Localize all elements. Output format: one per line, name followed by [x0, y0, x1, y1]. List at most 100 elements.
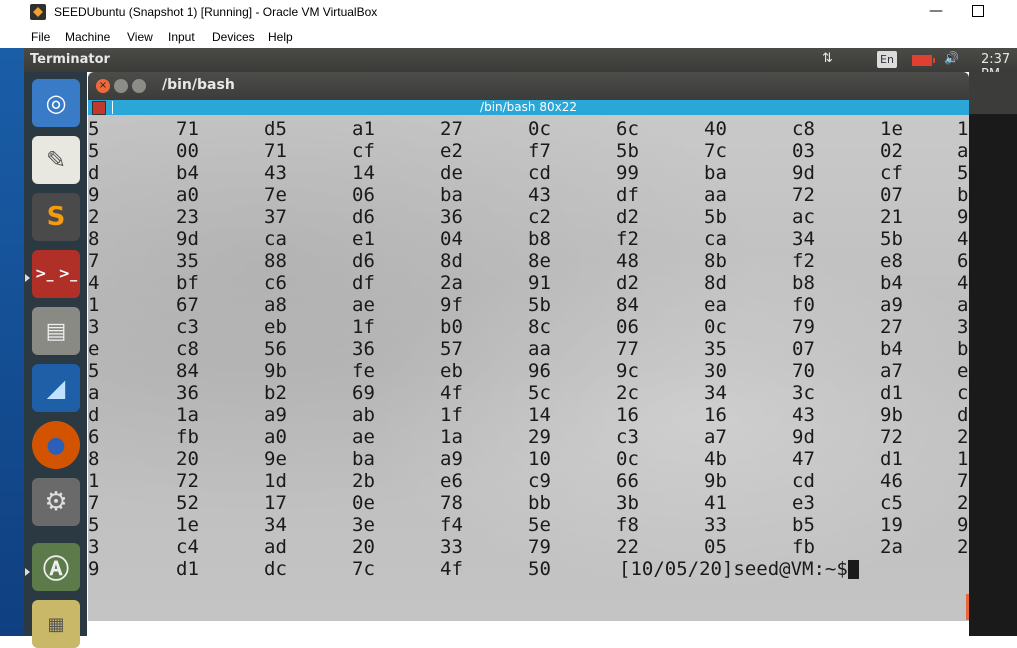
file-manager-icon[interactable]: ▤ — [32, 307, 80, 355]
terminal-line: 9 a0 7e 06 ba 43 df aa 72 07 b — [88, 184, 969, 206]
hex-byte: 16 — [704, 404, 727, 426]
hex-byte: 06 — [352, 184, 375, 206]
dash-home-icon[interactable]: ◎ — [32, 79, 80, 127]
hex-byte: c3 — [176, 316, 199, 338]
hex-byte: 47 — [792, 448, 815, 470]
hex-byte: 71 — [176, 118, 199, 140]
hex-byte: a8 — [264, 294, 287, 316]
hex-byte: 71 — [264, 140, 287, 162]
hex-byte: c — [957, 382, 969, 404]
minimize-window-button[interactable] — [114, 79, 128, 93]
hex-byte: 14 — [528, 404, 551, 426]
hex-byte: 0c — [528, 118, 551, 140]
terminator-grid-icon[interactable] — [92, 101, 106, 115]
hex-byte: b2 — [264, 382, 287, 404]
text-editor-icon[interactable]: ✎ — [32, 136, 80, 184]
sublime-text-icon[interactable]: S — [32, 193, 80, 241]
terminal-line: d b4 43 14 de cd 99 ba 9d cf 5 — [88, 162, 969, 184]
hex-byte: 30 — [704, 360, 727, 382]
hex-byte: 36 — [176, 382, 199, 404]
hex-byte: fe — [352, 360, 375, 382]
terminal-title-bar[interactable]: × /bin/bash — [88, 72, 969, 100]
maximize-button[interactable] — [972, 5, 984, 17]
hex-byte: 9c — [616, 360, 639, 382]
menu-input[interactable]: Input — [168, 30, 195, 44]
hex-byte: b0 — [440, 316, 463, 338]
shell-prompt: [10/05/20]seed@VM:~$ — [619, 558, 860, 580]
terminal-line: e c8 56 36 57 aa 77 35 07 b4 b — [88, 338, 969, 360]
terminator-icon[interactable]: >_ >_ — [32, 250, 80, 298]
hex-byte: c5 — [880, 492, 903, 514]
hex-byte: c6 — [264, 272, 287, 294]
menu-help[interactable]: Help — [268, 30, 293, 44]
hex-byte: 04 — [440, 228, 463, 250]
hex-byte: f2 — [616, 228, 639, 250]
hex-byte: 33 — [440, 536, 463, 558]
firefox-icon[interactable]: ● — [32, 421, 80, 469]
hex-byte: 0c — [704, 316, 727, 338]
hex-byte: 8c — [528, 316, 551, 338]
terminal-line: 4 bf c6 df 2a 91 d2 8d b8 b4 4 — [88, 272, 969, 294]
menu-machine[interactable]: Machine — [65, 30, 110, 44]
hex-byte: 21 — [880, 206, 903, 228]
terminal-line: 7 35 88 d6 8d 8e 48 8b f2 e8 6 — [88, 250, 969, 272]
hex-byte: ea — [704, 294, 727, 316]
terminal-line: 3 c4 ad 20 33 79 22 05 fb 2a 2 — [88, 536, 969, 558]
hex-byte: 1a — [440, 426, 463, 448]
hex-byte: fb — [176, 426, 199, 448]
vm-desktop-background — [969, 72, 1017, 636]
hex-byte: ca — [264, 228, 287, 250]
hex-byte: e2 — [440, 140, 463, 162]
hex-byte: 84 — [176, 360, 199, 382]
hex-byte: 3 — [957, 316, 969, 338]
hex-byte: cf — [352, 140, 375, 162]
hex-byte: a0 — [176, 184, 199, 206]
menu-devices[interactable]: Devices — [212, 30, 255, 44]
hex-byte: 41 — [704, 492, 727, 514]
hex-byte: 43 — [528, 184, 551, 206]
hex-byte: 00 — [176, 140, 199, 162]
hex-byte: 5b — [528, 294, 551, 316]
hex-byte: 99 — [616, 162, 639, 184]
network-icon[interactable]: ⇅ — [822, 51, 833, 66]
hex-byte: 50 — [528, 558, 551, 580]
terminal-line: 1 67 a8 ae 9f 5b 84 ea f0 a9 a — [88, 294, 969, 316]
hex-byte: a — [957, 140, 969, 162]
hex-byte: e — [957, 360, 969, 382]
terminal-tab-title: /bin/bash 80x22 — [480, 100, 577, 114]
hex-byte: 5e — [528, 514, 551, 536]
volume-icon[interactable]: 🔊 — [944, 51, 959, 65]
close-button[interactable]: × — [96, 79, 110, 93]
hex-byte: e6 — [440, 470, 463, 492]
hex-byte: 7 — [957, 470, 969, 492]
menu-file[interactable]: File — [31, 30, 50, 44]
menu-view[interactable]: View — [127, 30, 153, 44]
hex-byte: 57 — [440, 338, 463, 360]
hex-byte: 5b — [704, 206, 727, 228]
hex-byte: a — [957, 294, 969, 316]
hex-byte: eb — [440, 360, 463, 382]
hex-byte: b — [957, 184, 969, 206]
hex-byte: 1e — [176, 514, 199, 536]
other-app-icon[interactable]: ▦ — [32, 600, 80, 648]
software-updater-icon[interactable]: Ⓐ — [32, 543, 80, 591]
maximize-window-button[interactable] — [132, 79, 146, 93]
hex-byte: 9b — [264, 360, 287, 382]
hex-byte: df — [616, 184, 639, 206]
hex-byte: 46 — [880, 470, 903, 492]
hex-byte: 72 — [176, 470, 199, 492]
terminal-tab-bar[interactable]: /bin/bash 80x22 — [88, 100, 969, 115]
text-cursor[interactable] — [848, 560, 859, 579]
system-settings-icon[interactable]: ⚙ — [32, 478, 80, 526]
hex-byte: 22 — [616, 536, 639, 558]
wireshark-icon[interactable]: ◢ — [32, 364, 80, 412]
hex-byte: 67 — [176, 294, 199, 316]
terminal-prompt-line: 9 d1 dc 7c 4f 50 [10/05/20]seed@VM:~$ — [88, 558, 969, 580]
battery-icon[interactable] — [912, 55, 935, 66]
minimize-button[interactable]: — — [926, 3, 946, 19]
keyboard-layout-indicator[interactable]: En — [877, 51, 897, 68]
hex-byte: 4 — [88, 272, 100, 294]
terminal-output[interactable]: 5 71 d5 a1 27 0c 6c 40 c8 1e 1 5 00 71 cf e2 f7 5b 7c 03 02 a… — [88, 115, 969, 621]
hex-byte: d6 — [352, 206, 375, 228]
hex-byte: b8 — [528, 228, 551, 250]
